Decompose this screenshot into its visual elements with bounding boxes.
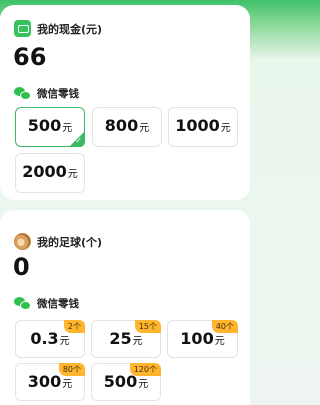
option-value: 800 [104,116,139,135]
cash-title: 我的现金(元) [37,22,103,36]
option-unit: 元 [220,123,231,134]
football-amount: 0 [13,253,30,281]
cost-badge: 120个 [129,363,161,376]
football-title: 我的足球(个) [37,235,103,249]
option-value: 1000 [175,116,220,135]
option-value: 2000 [22,162,67,181]
option-value: 500 [27,116,62,135]
wechat-icon [14,296,32,311]
option-unit: 元 [214,336,225,347]
cash-method-label: 微信零钱 [37,88,79,100]
cash-method-row: 微信零钱 [14,86,79,101]
option-unit: 元 [67,169,78,180]
cash-option-1000[interactable]: 1000 元 [168,107,238,147]
cost-badge: 15个 [134,320,161,333]
football-method-label: 微信零钱 [37,298,79,310]
wechat-icon [14,86,32,101]
option-value: 25 [109,329,132,348]
option-unit: 元 [138,379,149,390]
football-icon [14,233,31,250]
cost-badge: 80个 [58,363,85,376]
option-value: 0.3 [30,329,59,348]
option-value: 300 [27,372,62,391]
check-icon: ✓ [75,136,82,145]
cash-option-2000[interactable]: 2000 元 [15,153,85,193]
cash-card: 我的现金(元) 66 微信零钱 500 元 ✓ 800 元 1000 元 2000 元 [0,5,250,200]
option-unit: 元 [139,123,150,134]
option-unit: 元 [132,336,143,347]
cost-badge: 2个 [63,320,85,333]
option-unit: 元 [59,336,70,347]
cash-option-500[interactable]: 500 元 ✓ [15,107,85,147]
cash-title-row: 我的现金(元) [14,20,102,37]
football-option-300[interactable]: 80个 300 元 [15,363,85,401]
football-option-0.3[interactable]: 2个 0.3 元 [15,320,85,358]
cash-option-800[interactable]: 800 元 [92,107,162,147]
football-title-row: 我的足球(个) [14,233,102,250]
option-unit: 元 [62,379,73,390]
football-option-500[interactable]: 120个 500 元 [91,363,161,401]
cash-amount: 66 [13,43,47,71]
football-option-25[interactable]: 15个 25 元 [91,320,161,358]
option-value: 100 [180,329,214,348]
football-method-row: 微信零钱 [14,296,79,311]
wallet-icon [14,20,31,37]
cost-badge: 40个 [211,320,238,333]
football-option-100[interactable]: 40个 100 元 [167,320,238,358]
football-card: 我的足球(个) 0 微信零钱 2个 0.3 元 15个 25 元 40个 100 元 … [0,210,250,405]
